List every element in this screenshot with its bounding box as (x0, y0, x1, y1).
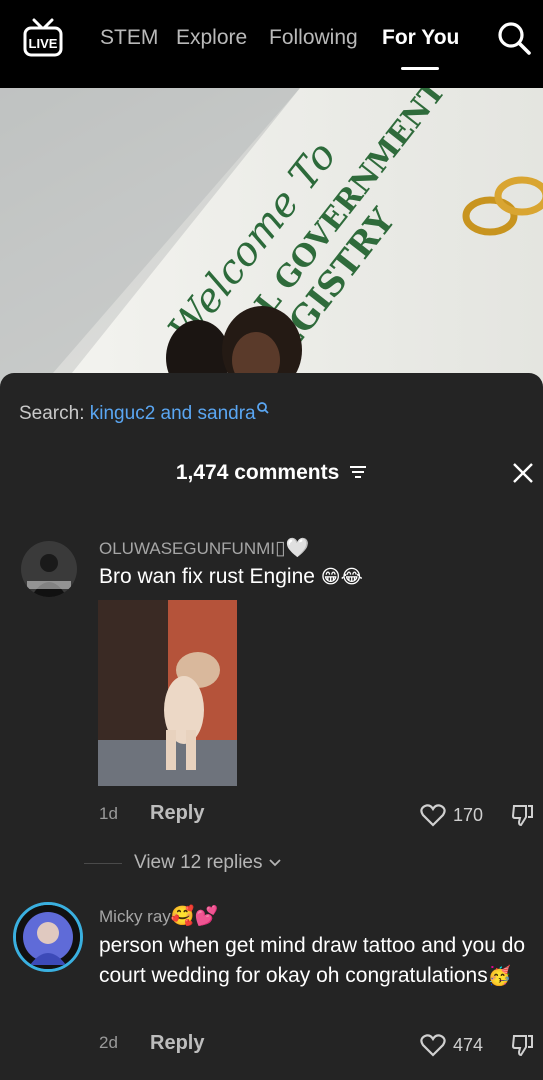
comment-gif-dog[interactable] (98, 600, 237, 786)
comments-panel: Search: kinguc2 and sandra 1,474 comment… (0, 373, 543, 1080)
tab-following[interactable]: Following (269, 26, 358, 50)
comment-username[interactable]: OLUWASEGUNFUNMI▯🤍 (99, 536, 309, 559)
top-navigation: LIVE STEM Explore Following For You (0, 0, 543, 88)
avatar[interactable] (21, 541, 77, 597)
search-prefix: Search: (19, 403, 85, 424)
search-suggestion[interactable]: Search: kinguc2 and sandra (19, 401, 270, 425)
thumbs-down-icon[interactable] (511, 1033, 535, 1057)
thumbs-down-icon[interactable] (511, 803, 535, 827)
tab-stem[interactable]: STEM (100, 26, 158, 50)
comment-timestamp: 1d (99, 804, 118, 823)
search-small-icon (256, 402, 270, 424)
comment-timestamp: 2d (99, 1033, 118, 1052)
replies-divider (84, 863, 122, 864)
search-term-link[interactable]: kinguc2 and sandra (90, 403, 256, 424)
avatar-story-ring[interactable] (13, 902, 83, 972)
like-count: 170 (453, 805, 484, 825)
svg-text:LIVE: LIVE (29, 36, 58, 51)
search-icon[interactable] (496, 20, 532, 56)
close-icon[interactable] (511, 461, 535, 485)
like-count: 474 (453, 1035, 484, 1055)
live-tv-icon[interactable]: LIVE (22, 18, 64, 58)
heart-icon[interactable] (420, 1033, 446, 1057)
tab-for-you[interactable]: For You (382, 26, 459, 50)
sort-icon[interactable] (349, 461, 367, 485)
heart-icon[interactable] (420, 803, 446, 827)
comment-text: person when get mind draw tattoo and you… (99, 934, 526, 987)
comment-text: Bro wan fix rust Engine 😁😂 (99, 565, 363, 588)
reply-button[interactable]: Reply (150, 1032, 204, 1055)
video-player[interactable]: Welcome To OCAL GOVERNMENT EGISTRY (0, 88, 543, 388)
comment-username[interactable]: Micky ray🥰💕 (99, 904, 218, 927)
active-tab-indicator (401, 67, 439, 70)
reply-button[interactable]: Reply (150, 802, 204, 825)
comment-count-header: 1,474 comments (0, 461, 543, 485)
chevron-down-icon (268, 852, 282, 873)
view-replies-button[interactable]: View 12 replies (134, 852, 282, 874)
comment-count: 1,474 comments (175, 461, 340, 484)
tab-explore[interactable]: Explore (176, 26, 247, 50)
